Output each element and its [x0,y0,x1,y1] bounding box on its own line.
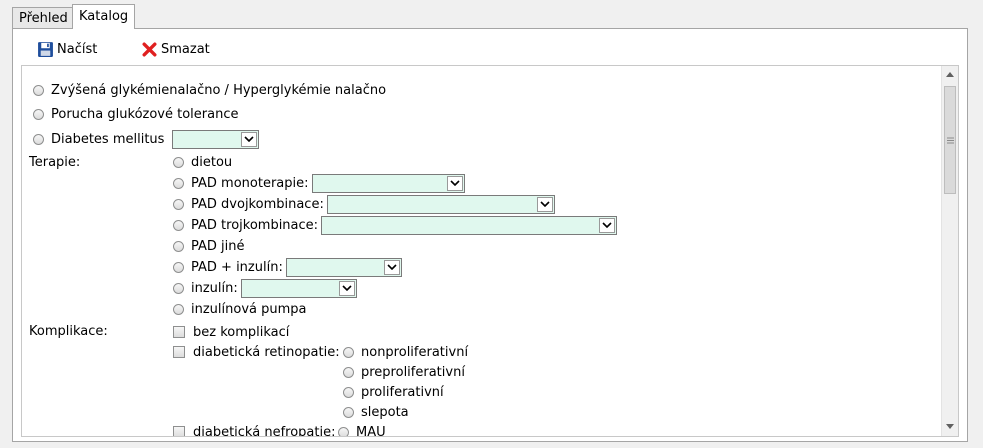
save-disk-icon [38,41,53,57]
diagnosis-option-ifg[interactable]: Zvýšená glykémienalačno / Hyperglykémie … [33,81,386,99]
diagnosis-option-ifg-label: Zvýšená glykémienalačno / Hyperglykémie … [51,82,387,98]
load-button[interactable]: Načíst [37,39,97,59]
therapy-option-pad-dual-label: PAD dvojkombinace: [191,196,324,212]
retinopathy-option-blindness-label: slepota [361,404,409,420]
therapy-option-pad-other[interactable]: PAD jiné [173,237,245,255]
tab-prehled[interactable]: Přehled [12,7,75,28]
retinopathy-option-proliferative[interactable]: proliferativní [343,383,444,401]
vertical-scrollbar[interactable] [941,66,958,436]
checkbox-nephropathy[interactable] [173,426,185,436]
chevron-down-icon[interactable] [536,196,553,212]
retinopathy-option-proliferative-label: proliferativní [361,384,444,400]
therapy-option-diet-label: dietou [191,154,233,170]
chevron-down-icon[interactable] [446,175,463,191]
radio-retinopathy-proliferative[interactable] [343,386,354,398]
radio-igt[interactable] [33,108,44,120]
retinopathy-option-preproliferative[interactable]: preproliferativní [343,363,465,381]
radio-retinopathy-blindness[interactable] [343,406,354,418]
radio-retinopathy-preproliferative[interactable] [343,366,354,378]
therapy-option-pad-dual[interactable]: PAD dvojkombinace: [173,194,555,214]
retinopathy-option-blindness[interactable]: slepota [343,403,409,421]
retinopathy-option-nonproliferative[interactable]: nonproliferativní [343,343,468,361]
complication-retinopathy-label: diabetická retinopatie: [193,344,340,360]
retinopathy-option-nonproliferative-label: nonproliferativní [361,344,469,360]
radio-nephropathy-mau[interactable] [338,426,349,436]
therapy-label: Terapie: [29,155,81,170]
insulin-select[interactable] [240,278,357,298]
radio-insulin[interactable] [173,282,184,294]
therapy-option-pad-insulin-label: PAD + inzulín: [191,259,283,275]
grip-icon [946,137,954,143]
tab-katalog[interactable]: Katalog [72,4,136,29]
therapy-option-insulin[interactable]: inzulín: [173,278,357,298]
chevron-down-icon[interactable] [241,131,258,147]
therapy-option-pump-label: inzulínová pumpa [191,301,307,317]
chevron-up-icon [946,72,954,77]
therapy-option-diet[interactable]: dietou [173,153,232,171]
therapy-option-pad-other-label: PAD jiné [191,238,245,254]
chevron-down-icon[interactable] [338,280,355,296]
delete-x-icon [142,41,157,57]
chevron-down-icon[interactable] [383,259,400,275]
radio-pad-mono[interactable] [173,177,184,189]
pad-mono-select[interactable] [311,173,465,193]
nephropathy-option-mau[interactable]: MAU [338,423,386,437]
chevron-down-icon[interactable] [599,217,616,233]
therapy-option-pad-mono[interactable]: PAD monoterapie: [173,173,465,193]
therapy-option-pad-triple-label: PAD trojkombinace: [191,217,319,233]
pad-triple-select[interactable] [321,215,618,235]
checkbox-retinopathy[interactable] [173,346,185,358]
dm-type-select[interactable] [172,129,260,149]
radio-pump[interactable] [173,303,184,315]
radio-retinopathy-nonproliferative[interactable] [343,346,354,358]
complication-nephropathy-label: diabetická nefropatie: [193,424,336,437]
complication-none[interactable]: bez komplikací [173,323,289,341]
delete-button-label: Smazat [161,41,210,57]
scrollbar-thumb[interactable] [944,86,956,194]
diagnosis-option-igt[interactable]: Porucha glukózové tolerance [33,105,238,123]
diagnosis-option-dm-label: Diabetes mellitus [51,131,165,147]
radio-pad-triple[interactable] [173,219,184,231]
nephropathy-option-mau-label: MAU [356,424,386,437]
diagnosis-option-dm[interactable]: Diabetes mellitus [33,129,260,149]
complication-nephropathy[interactable]: diabetická nefropatie: [173,423,336,437]
complications-label: Komplikace: [29,324,108,339]
therapy-option-pad-insulin[interactable]: PAD + inzulín: [173,257,402,277]
scroll-up-button[interactable] [942,66,958,83]
therapy-option-pad-mono-label: PAD monoterapie: [191,175,309,191]
retinopathy-option-preproliferative-label: preproliferativní [361,364,465,380]
chevron-down-icon [946,424,954,429]
complication-none-label: bez komplikací [193,324,290,340]
checkbox-no-complications[interactable] [173,326,185,338]
radio-pad-dual[interactable] [173,198,184,210]
radio-pad-other[interactable] [173,240,184,252]
catalog-form: Zvýšená glykémienalačno / Hyperglykémie … [21,65,959,437]
pad-insulin-select[interactable] [285,257,402,277]
therapy-option-pad-triple[interactable]: PAD trojkombinace: [173,215,618,235]
tab-panel-katalog: Načíst Smazat Zvýšená glykémienalačno / … [12,28,968,442]
radio-diet[interactable] [173,156,184,168]
pad-dual-select[interactable] [326,194,555,214]
radio-dm[interactable] [33,133,44,145]
radio-pad-insulin[interactable] [173,261,184,273]
load-button-label: Načíst [57,41,98,57]
diagnosis-option-igt-label: Porucha glukózové tolerance [51,106,239,122]
delete-button[interactable]: Smazat [141,39,210,59]
complication-retinopathy[interactable]: diabetická retinopatie: [173,343,340,361]
radio-ifg[interactable] [33,84,44,96]
scroll-down-button[interactable] [942,418,958,435]
therapy-option-pump[interactable]: inzulínová pumpa [173,300,307,318]
therapy-option-insulin-label: inzulín: [191,280,238,296]
